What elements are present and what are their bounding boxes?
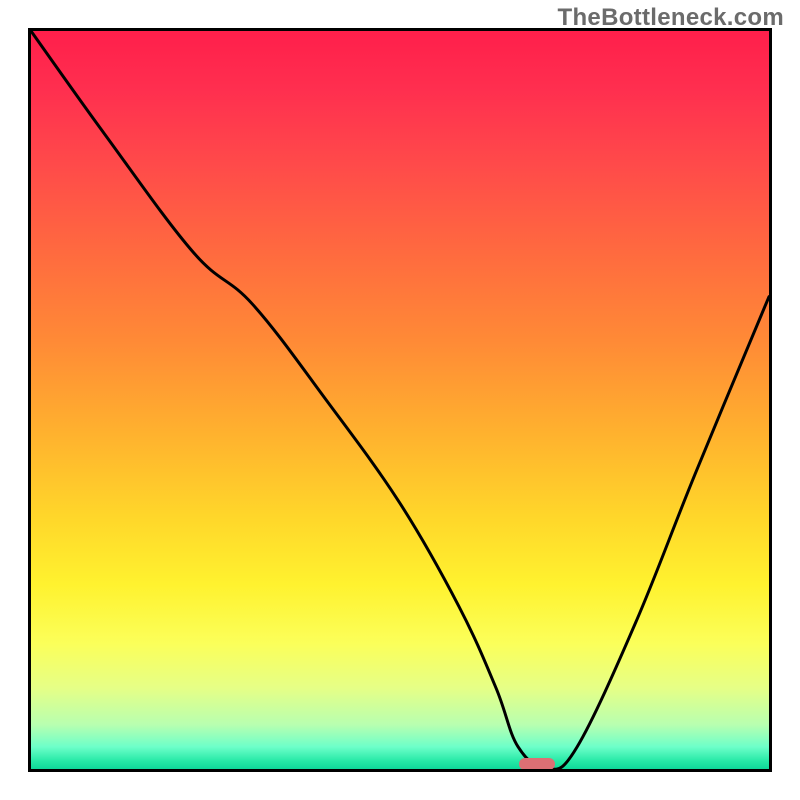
- optimum-marker: [519, 758, 555, 770]
- bottleneck-curve-path: [31, 31, 769, 769]
- curve-svg: [31, 31, 769, 769]
- plot-area: [28, 28, 772, 772]
- watermark-text: TheBottleneck.com: [558, 4, 784, 32]
- bottleneck-chart: TheBottleneck.com: [0, 0, 800, 800]
